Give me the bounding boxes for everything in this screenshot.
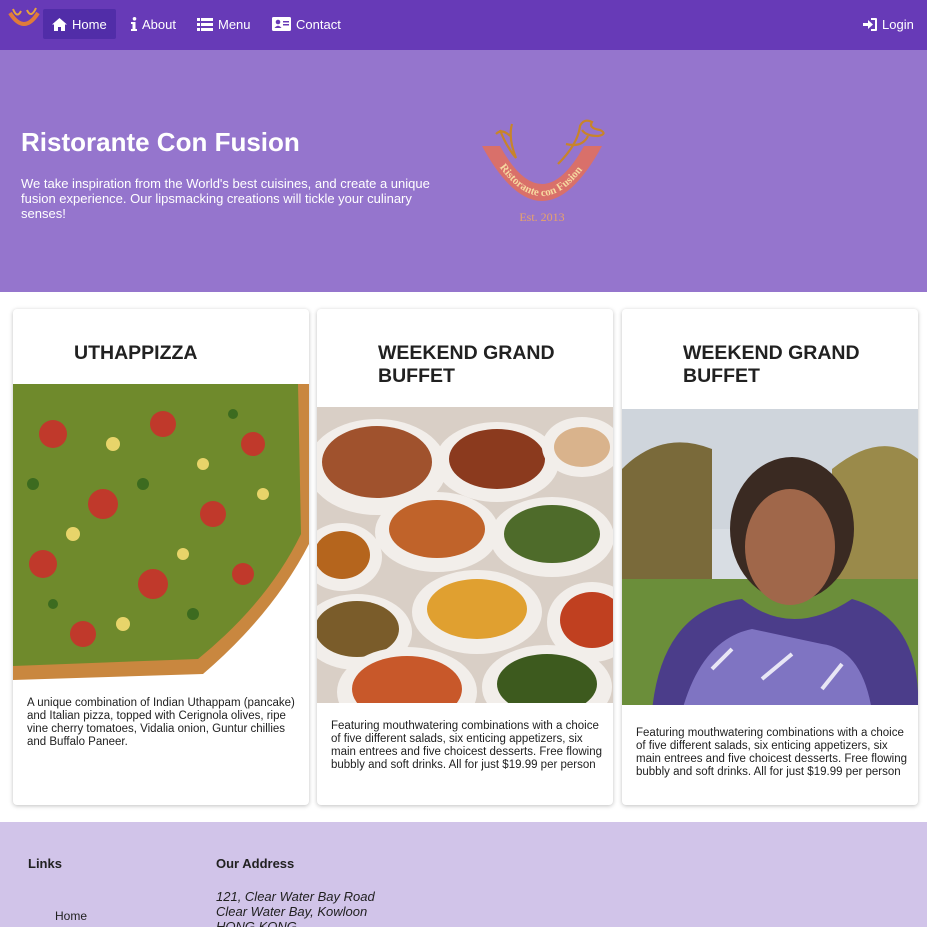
footer-address-heading: Our Address <box>216 856 295 871</box>
person-photo <box>622 409 918 705</box>
list-icon <box>197 17 213 31</box>
logo-est-text: Est. 2013 <box>519 210 564 224</box>
nav-home[interactable]: Home <box>43 9 116 39</box>
hero-description: We take inspiration from the World's bes… <box>21 176 430 221</box>
nav-home-label: Home <box>72 16 107 32</box>
dish-card[interactable]: Weekend Grand Buffet Featuring mouthwate… <box>317 309 613 805</box>
login-label: Login <box>882 16 914 32</box>
nav-menu[interactable]: Menu <box>188 9 260 39</box>
card-title: Weekend Grand Buffet <box>378 342 555 387</box>
nav-about[interactable]: About <box>122 9 185 39</box>
card-title: Weekend Grand Buffet <box>683 342 860 387</box>
brand-logo[interactable] <box>7 5 41 35</box>
card-title: Uthappizza <box>74 342 198 364</box>
footer-link-home[interactable]: Home <box>55 909 87 923</box>
nav-contact[interactable]: Contact <box>263 9 350 39</box>
address-card-icon <box>272 17 291 31</box>
nav-menu-label: Menu <box>218 16 251 32</box>
home-icon <box>52 17 67 31</box>
login-button[interactable]: Login <box>854 9 923 39</box>
page-title: Ristorante Con Fusion <box>21 127 300 157</box>
nav-contact-label: Contact <box>296 16 341 32</box>
footer-address: 121, Clear Water Bay Road Clear Water Ba… <box>216 889 375 927</box>
pizza-image <box>13 384 309 680</box>
hero-jumbotron: Ristorante Con Fusion We take inspiratio… <box>0 50 927 292</box>
nav-about-label: About <box>142 16 176 32</box>
buffet-image <box>317 407 613 703</box>
address-line: 121, Clear Water Bay Road <box>216 889 375 904</box>
card-description: Featuring mouthwatering combinations wit… <box>636 727 908 778</box>
dish-card[interactable]: Uthappizza A unique combination of India… <box>13 309 309 805</box>
footer: Links Home Our Address 121, Clear Water … <box>0 822 927 927</box>
card-description: Featuring mouthwatering combinations wit… <box>331 720 603 771</box>
footer-links-heading: Links <box>28 856 62 871</box>
info-icon <box>131 17 137 31</box>
restaurant-logo: Ristorante con Fusion Est. 2013 <box>482 119 605 224</box>
navbar: Home About Menu Contact Login <box>0 0 927 50</box>
sign-in-icon <box>863 17 877 31</box>
dish-card[interactable]: Weekend Grand Buffet Featuring mouthwate… <box>622 309 918 805</box>
address-line: HONG KONG <box>216 919 297 927</box>
address-line: Clear Water Bay, Kowloon <box>216 904 368 919</box>
card-description: A unique combination of Indian Uthappam … <box>27 697 295 748</box>
